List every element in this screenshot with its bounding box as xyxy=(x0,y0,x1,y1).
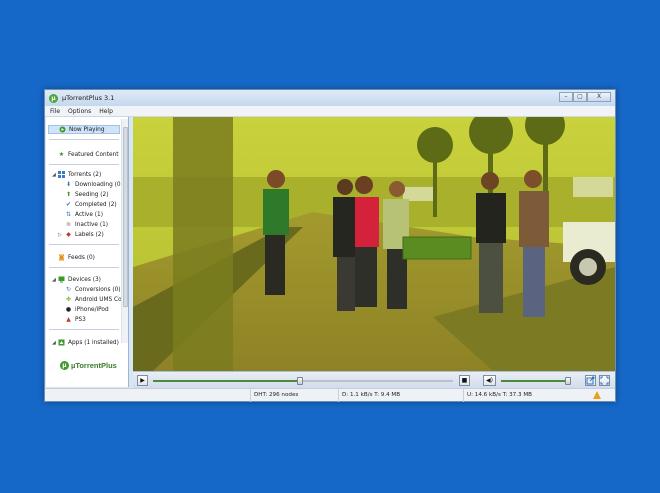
sidebar-item-seeding[interactable]: ⬆ Seeding (2) xyxy=(65,190,109,199)
warning-icon[interactable] xyxy=(593,391,601,399)
menu-help[interactable]: Help xyxy=(99,108,113,115)
status-bar: DHT: 296 nodes D: 1.1 kB/s T: 9.4 MB U: … xyxy=(45,388,615,402)
sidebar-item-label: Seeding (2) xyxy=(75,191,109,198)
utorrent-app-icon: µ xyxy=(49,93,58,103)
sidebar-item-torrents[interactable]: Torrents (2) xyxy=(58,170,101,179)
sidebar-item-apps[interactable]: Apps (1 installed) xyxy=(58,338,119,347)
divider xyxy=(49,139,119,140)
collapse-arrow-icon[interactable]: ◢ xyxy=(52,340,56,346)
apps-icon xyxy=(58,339,65,346)
seek-progress xyxy=(153,380,300,382)
dht-status: DHT: 296 nodes xyxy=(250,389,298,402)
scroll-thumb[interactable] xyxy=(123,127,128,307)
tag-icon: ◆ xyxy=(66,231,71,238)
menu-bar: File Options Help xyxy=(45,106,615,117)
upload-arrow-icon: ⬆ xyxy=(65,191,72,198)
sidebar-item-label: Android UMS Co xyxy=(75,296,122,303)
sidebar-item-label: Active (1) xyxy=(75,211,103,218)
sidebar-item-featured[interactable]: ★ Featured Content xyxy=(58,150,119,159)
minimize-button[interactable]: – xyxy=(559,92,573,102)
divider xyxy=(49,164,119,165)
playback-controls: ▶ ■ ◀) xyxy=(133,371,615,388)
menu-options[interactable]: Options xyxy=(68,108,91,115)
torrents-icon xyxy=(58,171,65,178)
apple-icon: ● xyxy=(65,306,72,313)
close-button[interactable]: X xyxy=(587,92,611,102)
collapse-arrow-icon[interactable]: ◢ xyxy=(52,277,56,283)
logo-mark-icon: µ xyxy=(60,360,69,370)
stop-button[interactable]: ■ xyxy=(459,375,470,386)
expand-arrow-icon[interactable]: ▷ xyxy=(58,232,62,238)
sidebar-item-label: Completed (2) xyxy=(75,201,117,208)
devices-icon xyxy=(58,276,65,283)
sidebar-item-label: Conversions (0) xyxy=(75,286,121,293)
sidebar-item-label: Now Playing xyxy=(69,126,105,133)
sidebar-item-label: Downloading (0) xyxy=(75,181,123,188)
sidebar-item-label: Featured Content xyxy=(68,151,119,158)
seek-handle[interactable] xyxy=(297,377,303,385)
divider xyxy=(49,267,119,268)
rss-feed-icon: ◙ xyxy=(58,254,65,261)
volume-handle[interactable] xyxy=(564,377,571,385)
sidebar-item-iphone[interactable]: ● iPhone/iPod xyxy=(65,305,109,314)
volume-icon[interactable]: ◀) xyxy=(483,375,496,386)
divider xyxy=(49,329,119,330)
sidebar-scrollbar[interactable] xyxy=(121,119,128,343)
maximize-button[interactable]: ▢ xyxy=(573,92,587,102)
volume-level xyxy=(501,380,568,382)
video-frame-image xyxy=(133,117,615,371)
sidebar-item-android[interactable]: ✤ Android UMS Co xyxy=(65,295,122,304)
sidebar-item-conversions[interactable]: ↻ Conversions (0) xyxy=(65,285,121,294)
fullscreen-icon xyxy=(600,376,609,385)
sidebar-item-label: iPhone/iPod xyxy=(75,306,109,313)
utorrent-plus-logo: µ µTorrentPlus xyxy=(60,354,126,376)
sidebar-item-labels[interactable]: ◆ Labels (2) xyxy=(65,230,104,239)
refresh-icon: ↻ xyxy=(65,286,72,293)
ps3-icon: ▲ xyxy=(66,316,71,323)
title-bar[interactable]: µ µTorrentPlus 3.1 – ▢ X xyxy=(45,90,615,106)
sidebar-item-label: Torrents (2) xyxy=(68,171,102,178)
sidebar-item-feeds[interactable]: ◙ Feeds (0) xyxy=(58,253,95,262)
sidebar-item-completed[interactable]: ✔ Completed (2) xyxy=(65,200,117,209)
download-arrow-icon: ⬇ xyxy=(65,181,72,188)
divider xyxy=(49,244,119,245)
sidebar-item-inactive[interactable]: ≋ Inactive (1) xyxy=(65,220,108,229)
play-circle-icon xyxy=(59,126,66,133)
android-icon: ✤ xyxy=(65,296,72,303)
video-player-frame[interactable] xyxy=(133,117,615,371)
star-icon: ★ xyxy=(58,151,65,158)
sidebar-item-label: Apps (1 installed) xyxy=(68,339,119,346)
sidebar-item-label: Feeds (0) xyxy=(68,254,95,261)
popout-button[interactable] xyxy=(585,375,596,386)
sidebar-item-now-playing[interactable]: Now Playing xyxy=(48,125,120,134)
window-controls: – ▢ X xyxy=(559,92,611,102)
sidebar-item-active[interactable]: ⇅ Active (1) xyxy=(65,210,103,219)
checkmark-icon: ✔ xyxy=(65,201,72,208)
download-status: D: 1.1 kB/s T: 9.4 MB xyxy=(338,389,400,402)
menu-file[interactable]: File xyxy=(50,108,60,115)
seek-bar[interactable] xyxy=(153,377,453,385)
volume-slider[interactable] xyxy=(501,377,571,385)
sidebar-item-label: PS3 xyxy=(75,316,86,323)
inactive-icon: ≋ xyxy=(65,221,72,228)
active-arrows-icon: ⇅ xyxy=(65,211,72,218)
fullscreen-button[interactable] xyxy=(599,375,610,386)
popout-icon xyxy=(586,376,595,385)
sidebar-item-devices[interactable]: Devices (3) xyxy=(58,275,101,284)
upload-status: U: 14.6 kB/s T: 37.3 MB xyxy=(463,389,532,402)
sidebar-item-label: Labels (2) xyxy=(75,231,104,238)
collapse-arrow-icon[interactable]: ◢ xyxy=(52,172,56,178)
sidebar-item-ps3[interactable]: ▲ PS3 xyxy=(65,315,86,324)
logo-text: µTorrentPlus xyxy=(71,360,117,370)
window-title: µTorrentPlus 3.1 xyxy=(62,94,115,102)
play-button[interactable]: ▶ xyxy=(137,375,148,386)
app-window: µ µTorrentPlus 3.1 – ▢ X File Options He… xyxy=(44,89,616,402)
sidebar-item-label: Inactive (1) xyxy=(75,221,109,228)
sidebar: Now Playing ★ Featured Content ◢ Torrent… xyxy=(46,117,129,387)
sidebar-item-downloading[interactable]: ⬇ Downloading (0) xyxy=(65,180,123,189)
sidebar-item-label: Devices (3) xyxy=(68,276,101,283)
